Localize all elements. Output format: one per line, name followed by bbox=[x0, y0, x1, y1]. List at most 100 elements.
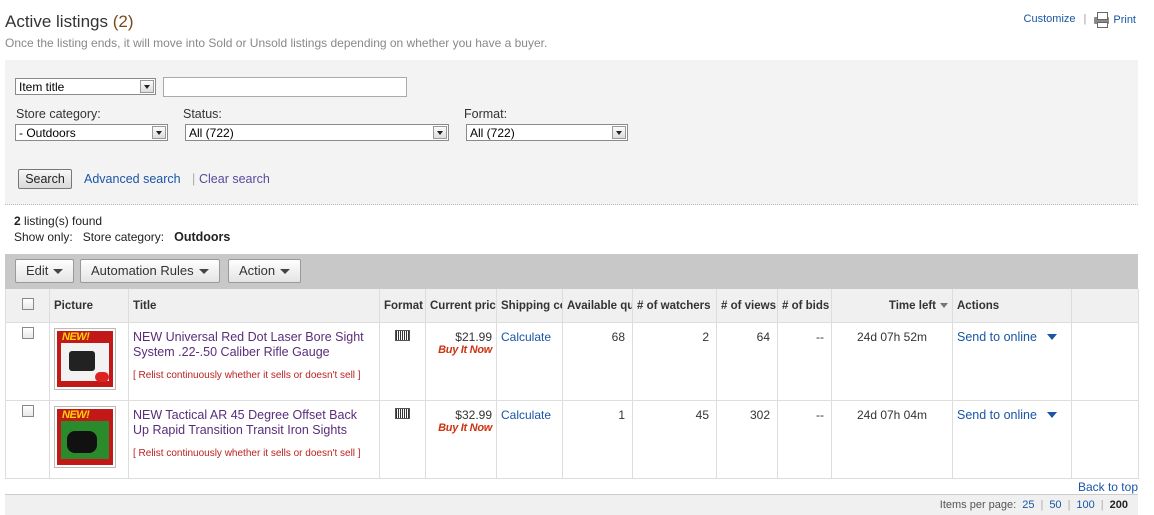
listings-table: Picture Title Format Current price Shipp… bbox=[5, 289, 1139, 479]
actions-cell: Send to online bbox=[952, 322, 1072, 401]
customize-link[interactable]: Customize bbox=[1024, 13, 1076, 25]
per-page-selected: 200 bbox=[1109, 499, 1128, 511]
sort-desc-icon bbox=[940, 302, 948, 308]
time-left: 24d 07h 04m bbox=[831, 400, 953, 479]
per-page-option[interactable]: 100 bbox=[1076, 499, 1094, 511]
blank-cell bbox=[1071, 400, 1139, 479]
relist-note: [ Relist continuously whether it sells o… bbox=[133, 448, 375, 459]
col-watchers[interactable]: # of watchers bbox=[632, 289, 717, 323]
current-price: $32.99 bbox=[455, 408, 492, 422]
bids-count: -- bbox=[777, 400, 832, 479]
table-row: NEW! NEW Tactical AR 45 Degree Offset Ba… bbox=[5, 400, 1139, 479]
per-page-option[interactable]: 25 bbox=[1022, 499, 1034, 511]
buy-it-now-logo: Buy It Now bbox=[438, 422, 492, 434]
dropdown-arrow-icon bbox=[140, 80, 154, 93]
shipping-cell: Calculate bbox=[496, 400, 563, 479]
picture-cell: NEW! bbox=[49, 400, 129, 479]
watchers-count: 45 bbox=[632, 400, 717, 479]
col-current-price[interactable]: Current price bbox=[425, 289, 497, 323]
format-cell bbox=[379, 322, 426, 401]
relist-link[interactable]: [ Relist continuously whether it sells o… bbox=[133, 448, 361, 459]
picture-cell: NEW! bbox=[49, 322, 129, 401]
col-bids[interactable]: # of bids bbox=[777, 289, 832, 323]
col-available[interactable]: Available quantity bbox=[562, 289, 633, 323]
col-blank bbox=[1071, 289, 1139, 323]
results-count: 2 bbox=[14, 214, 21, 228]
col-format[interactable]: Format bbox=[379, 289, 426, 323]
store-category-label: Store category: bbox=[16, 107, 101, 121]
item-thumbnail[interactable]: NEW! bbox=[54, 328, 116, 390]
fixed-price-format-icon bbox=[395, 330, 410, 341]
status-select[interactable]: All (722) bbox=[185, 124, 449, 141]
select-all-checkbox[interactable] bbox=[21, 298, 34, 310]
send-to-online-dropdown[interactable]: Send to online bbox=[957, 330, 1067, 344]
search-button[interactable]: Search bbox=[18, 169, 72, 189]
show-only-filter: Show only: Store category: Outdoors bbox=[14, 230, 231, 244]
format-select[interactable]: All (722) bbox=[466, 124, 628, 141]
page-subtitle: Once the listing ends, it will move into… bbox=[5, 36, 548, 50]
search-links-separator: | bbox=[192, 172, 196, 186]
row-checkbox[interactable] bbox=[21, 405, 34, 417]
items-per-page-label: Items per page: bbox=[939, 499, 1017, 511]
dropdown-arrow-icon bbox=[1046, 412, 1057, 418]
filter-label: Store category: bbox=[82, 230, 165, 244]
print-label: Print bbox=[1113, 14, 1136, 26]
relist-note: [ Relist continuously whether it sells o… bbox=[133, 370, 375, 381]
blank-cell bbox=[1071, 322, 1139, 401]
caret-down-icon bbox=[198, 269, 209, 275]
shipping-cell: Calculate bbox=[496, 322, 563, 401]
price-cell: $21.99 Buy It Now bbox=[425, 322, 497, 401]
filter-value: Outdoors bbox=[174, 230, 231, 244]
listing-count: (2) bbox=[112, 12, 134, 31]
col-title[interactable]: Title bbox=[128, 289, 380, 323]
per-page-option[interactable]: 50 bbox=[1049, 499, 1061, 511]
current-price: $21.99 bbox=[455, 330, 492, 344]
row-select-cell bbox=[5, 400, 50, 479]
available-qty: 1 bbox=[562, 400, 633, 479]
available-qty: 68 bbox=[562, 322, 633, 401]
title-cell: NEW Tactical AR 45 Degree Offset Back Up… bbox=[128, 400, 380, 479]
store-category-select[interactable]: - Outdoors bbox=[15, 124, 168, 141]
dropdown-arrow-icon bbox=[612, 126, 626, 139]
action-button[interactable]: Action bbox=[228, 259, 302, 283]
search-keyword-input[interactable] bbox=[163, 77, 407, 97]
item-title-link[interactable]: NEW Tactical AR 45 Degree Offset Back Up… bbox=[133, 408, 357, 437]
table-header-row: Picture Title Format Current price Shipp… bbox=[5, 289, 1139, 323]
fixed-price-format-icon bbox=[395, 408, 410, 419]
item-title-link[interactable]: NEW Universal Red Dot Laser Bore Sight S… bbox=[133, 330, 364, 359]
views-count: 302 bbox=[716, 400, 778, 479]
search-panel: Item title Store category: - Outdoors St… bbox=[5, 60, 1138, 205]
edit-button[interactable]: Edit bbox=[15, 259, 75, 283]
print-link[interactable]: Print bbox=[1094, 12, 1136, 28]
title-cell: NEW Universal Red Dot Laser Bore Sight S… bbox=[128, 322, 380, 401]
actions-cell: Send to online bbox=[952, 400, 1072, 479]
page-title: Active listings (2) bbox=[5, 12, 134, 32]
back-to-top-link[interactable]: Back to top bbox=[1078, 480, 1138, 494]
caret-down-icon bbox=[280, 269, 291, 275]
results-found-text: listing(s) found bbox=[20, 214, 103, 228]
automation-rules-button[interactable]: Automation Rules bbox=[80, 259, 220, 283]
views-count: 64 bbox=[716, 322, 778, 401]
col-views[interactable]: # of views bbox=[716, 289, 778, 323]
header-separator: | bbox=[1083, 13, 1087, 25]
search-field-select[interactable]: Item title bbox=[15, 78, 156, 95]
dropdown-arrow-icon bbox=[152, 126, 166, 139]
col-picture: Picture bbox=[49, 289, 129, 323]
listing-toolbar: Edit Automation Rules Action bbox=[5, 254, 1138, 289]
advanced-search-link[interactable]: Advanced search bbox=[84, 172, 181, 186]
calculate-shipping-link[interactable]: Calculate bbox=[501, 408, 551, 422]
item-thumbnail[interactable]: NEW! bbox=[54, 406, 116, 468]
col-shipping[interactable]: Shipping cost bbox=[496, 289, 563, 323]
format-cell bbox=[379, 400, 426, 479]
calculate-shipping-link[interactable]: Calculate bbox=[501, 330, 551, 344]
bids-count: -- bbox=[777, 322, 832, 401]
clear-search-link[interactable]: Clear search bbox=[199, 172, 270, 186]
relist-link[interactable]: [ Relist continuously whether it sells o… bbox=[133, 370, 361, 381]
time-left: 24d 07h 52m bbox=[831, 322, 953, 401]
col-time-left[interactable]: Time left bbox=[831, 289, 953, 323]
col-actions: Actions bbox=[952, 289, 1072, 323]
dropdown-arrow-icon bbox=[433, 126, 447, 139]
row-checkbox[interactable] bbox=[21, 327, 34, 339]
send-to-online-dropdown[interactable]: Send to online bbox=[957, 408, 1067, 422]
printer-icon bbox=[1094, 12, 1110, 28]
